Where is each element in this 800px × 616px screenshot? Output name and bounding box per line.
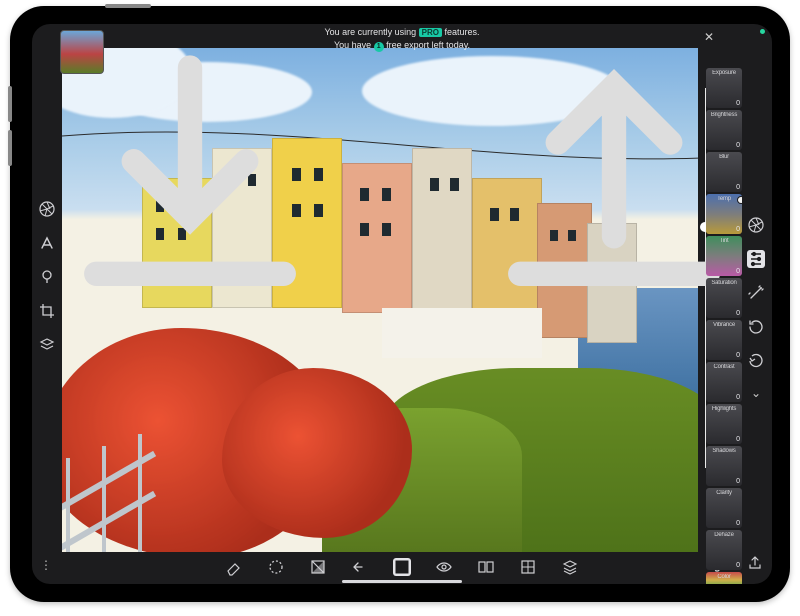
eye-icon[interactable] xyxy=(435,558,453,576)
compare-icon[interactable] xyxy=(477,558,495,576)
adjustment-label: Shadows xyxy=(706,448,742,454)
crop-icon[interactable] xyxy=(38,302,56,320)
reset-icon[interactable] xyxy=(747,352,765,370)
adjustment-value: 0 xyxy=(736,520,740,527)
adjustment-value: 0 xyxy=(736,352,740,359)
image-thumbnail[interactable] xyxy=(60,30,104,74)
history-icon[interactable] xyxy=(747,318,765,336)
home-indicator[interactable] xyxy=(342,580,462,583)
adjustment-clarity[interactable]: Clarity 0 xyxy=(706,488,742,528)
brush-dot-icon[interactable] xyxy=(38,268,56,286)
grid-icon[interactable] xyxy=(519,558,537,576)
adjustment-temp[interactable]: Temp 0 xyxy=(706,194,742,234)
adjustment-value: 0 xyxy=(736,268,740,275)
export-count-badge: 1 xyxy=(374,42,384,52)
adjustment-label: Blur xyxy=(706,154,742,160)
adjustment-value: 0 xyxy=(736,310,740,317)
mask-circle-icon[interactable] xyxy=(267,558,285,576)
adjustment-value: 0 xyxy=(736,436,740,443)
app-screen: You are currently using PRO features. Yo… xyxy=(32,24,772,584)
right-toolbar: ⌄ xyxy=(747,216,765,400)
adjustment-value: 0 xyxy=(736,394,740,401)
adjustment-value: 0 xyxy=(736,142,740,149)
pro-badge: PRO xyxy=(419,28,442,37)
adjustment-label: Saturation xyxy=(706,280,742,286)
adjustment-contrast[interactable]: Contrast 0 xyxy=(706,362,742,402)
import-button[interactable] xyxy=(40,30,340,330)
adjustment-label: Contrast xyxy=(706,364,742,370)
adjustment-label: Temp xyxy=(706,196,742,202)
adjustment-blur[interactable]: Blur 0 xyxy=(706,152,742,192)
collapse-panel-button[interactable]: ⌄ xyxy=(751,386,761,400)
undo-icon[interactable] xyxy=(351,558,369,576)
adjustment-value: 0 xyxy=(736,226,740,233)
stack-icon[interactable] xyxy=(561,558,579,576)
adjustment-label: Highlights xyxy=(706,406,742,412)
adjustment-saturation[interactable]: Saturation 0 xyxy=(706,278,742,318)
auto-enhance-icon[interactable] xyxy=(393,558,411,576)
aperture-icon[interactable] xyxy=(747,216,765,234)
adjustment-label: Vibrance xyxy=(706,322,742,328)
adjustment-label: Brightness xyxy=(706,112,742,118)
adjustment-value: 0 xyxy=(736,184,740,191)
adjustment-tint[interactable]: Tint 0 xyxy=(706,236,742,276)
sliders-icon[interactable] xyxy=(747,250,765,268)
tablet-frame: You are currently using PRO features. Yo… xyxy=(10,6,790,602)
notification-dot xyxy=(760,29,765,34)
adjustment-label: Clarity xyxy=(706,490,742,496)
adjustment-shadows[interactable]: Shadows 0 xyxy=(706,446,742,486)
banner-text: free export left today. xyxy=(384,40,470,50)
eraser-icon[interactable] xyxy=(225,558,243,576)
adjustment-label: Tint xyxy=(706,238,742,244)
adjustment-vibrance[interactable]: Vibrance 0 xyxy=(706,320,742,360)
adjustment-brightness[interactable]: Brightness 0 xyxy=(706,110,742,150)
adjustment-value: 0 xyxy=(736,478,740,485)
bottom-toolbar xyxy=(32,558,772,576)
adjustment-label: Exposure xyxy=(706,70,742,76)
magic-wand-icon[interactable] xyxy=(747,284,765,302)
adjustment-value: 0 xyxy=(736,100,740,107)
adjustment-exposure[interactable]: Exposure 0 xyxy=(706,68,742,108)
left-toolbar xyxy=(38,200,56,354)
adjustment-highlights[interactable]: Highlights 0 xyxy=(706,404,742,444)
invert-icon[interactable] xyxy=(309,558,327,576)
aperture-icon[interactable] xyxy=(38,200,56,218)
text-icon[interactable] xyxy=(38,234,56,252)
adjustments-panel: Exposure0Brightness0Blur0Temp0Tint0Satur… xyxy=(706,68,742,584)
adjustment-label: Dehaze xyxy=(706,532,742,538)
layers-icon[interactable] xyxy=(38,336,56,354)
